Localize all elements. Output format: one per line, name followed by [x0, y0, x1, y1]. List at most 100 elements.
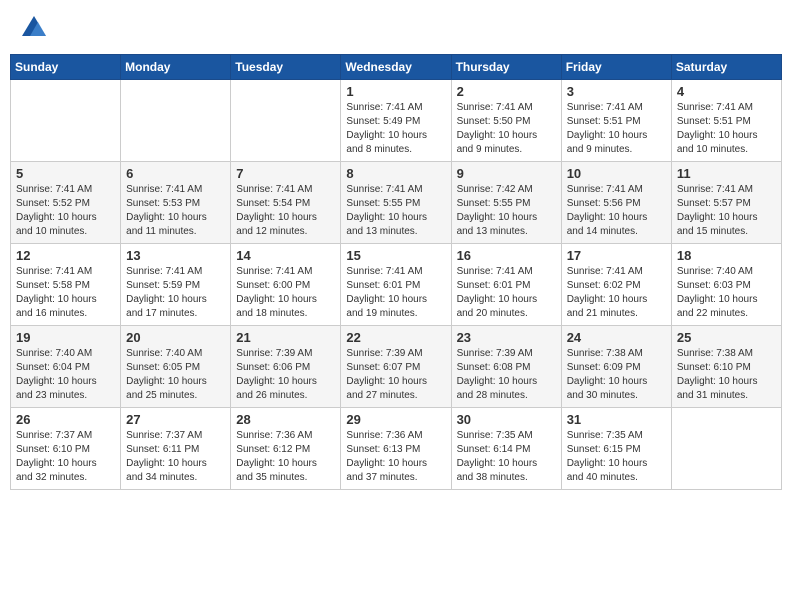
day-number: 3 [567, 84, 666, 99]
day-info: Sunrise: 7:36 AM Sunset: 6:12 PM Dayligh… [236, 429, 335, 485]
day-info: Sunrise: 7:40 AM Sunset: 6:03 PM Dayligh… [677, 265, 776, 321]
day-number: 31 [567, 412, 666, 427]
day-info: Sunrise: 7:36 AM Sunset: 6:13 PM Dayligh… [346, 429, 445, 485]
day-info: Sunrise: 7:41 AM Sunset: 5:53 PM Dayligh… [126, 183, 225, 239]
calendar-cell: 4 Sunrise: 7:41 AM Sunset: 5:51 PM Daylig… [671, 80, 781, 162]
calendar-cell [671, 408, 781, 490]
calendar-cell: 14 Sunrise: 7:41 AM Sunset: 6:00 PM Dayli… [231, 244, 341, 326]
day-info: Sunrise: 7:41 AM Sunset: 5:50 PM Dayligh… [457, 101, 556, 157]
day-number: 14 [236, 248, 335, 263]
calendar-cell: 25Sunrise: 7:38 AM Sunset: 6:10 PM Dayli… [671, 326, 781, 408]
day-number: 1 [346, 84, 445, 99]
day-info: Sunrise: 7:41 AM Sunset: 6:02 PM Dayligh… [567, 265, 666, 321]
calendar-cell: 6 Sunrise: 7:41 AM Sunset: 5:53 PM Daylig… [121, 162, 231, 244]
calendar-cell: 26Sunrise: 7:37 AM Sunset: 6:10 PM Dayli… [11, 408, 121, 490]
day-number: 26 [16, 412, 115, 427]
weekday-header-monday: Monday [121, 55, 231, 80]
day-number: 27 [126, 412, 225, 427]
calendar-cell: 9 Sunrise: 7:42 AM Sunset: 5:55 PM Daylig… [451, 162, 561, 244]
logo [18, 14, 48, 42]
day-info: Sunrise: 7:40 AM Sunset: 6:05 PM Dayligh… [126, 347, 225, 403]
day-number: 8 [346, 166, 445, 181]
day-info: Sunrise: 7:41 AM Sunset: 6:00 PM Dayligh… [236, 265, 335, 321]
calendar-cell: 10 Sunrise: 7:41 AM Sunset: 5:56 PM Dayli… [561, 162, 671, 244]
calendar-cell: 11Sunrise: 7:41 AM Sunset: 5:57 PM Dayli… [671, 162, 781, 244]
day-info: Sunrise: 7:35 AM Sunset: 6:14 PM Dayligh… [457, 429, 556, 485]
weekday-header-tuesday: Tuesday [231, 55, 341, 80]
calendar-cell: 5 Sunrise: 7:41 AM Sunset: 5:52 PM Daylig… [11, 162, 121, 244]
day-number: 4 [677, 84, 776, 99]
day-number: 5 [16, 166, 115, 181]
logo-icon [20, 14, 48, 42]
day-info: Sunrise: 7:41 AM Sunset: 5:51 PM Dayligh… [567, 101, 666, 157]
day-info: Sunrise: 7:41 AM Sunset: 5:54 PM Dayligh… [236, 183, 335, 239]
day-number: 7 [236, 166, 335, 181]
day-number: 17 [567, 248, 666, 263]
calendar-week-row: 5 Sunrise: 7:41 AM Sunset: 5:52 PM Daylig… [11, 162, 782, 244]
calendar-cell: 20 Sunrise: 7:40 AM Sunset: 6:05 PM Dayli… [121, 326, 231, 408]
calendar-cell: 18 Sunrise: 7:40 AM Sunset: 6:03 PM Dayli… [671, 244, 781, 326]
calendar-cell: 28 Sunrise: 7:36 AM Sunset: 6:12 PM Dayli… [231, 408, 341, 490]
day-number: 16 [457, 248, 556, 263]
day-number: 15 [346, 248, 445, 263]
calendar-cell: 19 Sunrise: 7:40 AM Sunset: 6:04 PM Dayli… [11, 326, 121, 408]
day-number: 6 [126, 166, 225, 181]
day-number: 12 [16, 248, 115, 263]
day-info: Sunrise: 7:41 AM Sunset: 5:52 PM Dayligh… [16, 183, 115, 239]
calendar-cell: 7 Sunrise: 7:41 AM Sunset: 5:54 PM Daylig… [231, 162, 341, 244]
day-info: Sunrise: 7:38 AM Sunset: 6:10 PM Dayligh… [677, 347, 776, 403]
day-number: 28 [236, 412, 335, 427]
day-number: 10 [567, 166, 666, 181]
day-number: 20 [126, 330, 225, 345]
day-number: 21 [236, 330, 335, 345]
calendar-table: SundayMondayTuesdayWednesdayThursdayFrid… [10, 54, 782, 490]
day-number: 19 [16, 330, 115, 345]
calendar-cell: 2Sunrise: 7:41 AM Sunset: 5:50 PM Daylig… [451, 80, 561, 162]
calendar-week-row: 26Sunrise: 7:37 AM Sunset: 6:10 PM Dayli… [11, 408, 782, 490]
day-info: Sunrise: 7:35 AM Sunset: 6:15 PM Dayligh… [567, 429, 666, 485]
day-number: 24 [567, 330, 666, 345]
calendar-cell: 12 Sunrise: 7:41 AM Sunset: 5:58 PM Dayli… [11, 244, 121, 326]
calendar-week-row: 1 Sunrise: 7:41 AM Sunset: 5:49 PM Daylig… [11, 80, 782, 162]
day-info: Sunrise: 7:40 AM Sunset: 6:04 PM Dayligh… [16, 347, 115, 403]
calendar-cell [121, 80, 231, 162]
day-info: Sunrise: 7:42 AM Sunset: 5:55 PM Dayligh… [457, 183, 556, 239]
weekday-header-thursday: Thursday [451, 55, 561, 80]
day-info: Sunrise: 7:37 AM Sunset: 6:11 PM Dayligh… [126, 429, 225, 485]
day-info: Sunrise: 7:41 AM Sunset: 5:49 PM Dayligh… [346, 101, 445, 157]
weekday-header-sunday: Sunday [11, 55, 121, 80]
weekday-header-row: SundayMondayTuesdayWednesdayThursdayFrid… [11, 55, 782, 80]
day-number: 18 [677, 248, 776, 263]
calendar-cell: 31 Sunrise: 7:35 AM Sunset: 6:15 PM Dayli… [561, 408, 671, 490]
calendar-cell: 21 Sunrise: 7:39 AM Sunset: 6:06 PM Dayli… [231, 326, 341, 408]
calendar-cell: 1 Sunrise: 7:41 AM Sunset: 5:49 PM Daylig… [341, 80, 451, 162]
weekday-header-wednesday: Wednesday [341, 55, 451, 80]
day-info: Sunrise: 7:41 AM Sunset: 5:51 PM Dayligh… [677, 101, 776, 157]
calendar-week-row: 19 Sunrise: 7:40 AM Sunset: 6:04 PM Dayli… [11, 326, 782, 408]
calendar-cell: 27 Sunrise: 7:37 AM Sunset: 6:11 PM Dayli… [121, 408, 231, 490]
day-info: Sunrise: 7:39 AM Sunset: 6:08 PM Dayligh… [457, 347, 556, 403]
day-number: 9 [457, 166, 556, 181]
day-info: Sunrise: 7:41 AM Sunset: 5:55 PM Dayligh… [346, 183, 445, 239]
day-info: Sunrise: 7:41 AM Sunset: 5:56 PM Dayligh… [567, 183, 666, 239]
day-info: Sunrise: 7:41 AM Sunset: 5:59 PM Dayligh… [126, 265, 225, 321]
page-header [10, 10, 782, 46]
calendar-cell: 17 Sunrise: 7:41 AM Sunset: 6:02 PM Dayli… [561, 244, 671, 326]
calendar-cell: 29 Sunrise: 7:36 AM Sunset: 6:13 PM Dayli… [341, 408, 451, 490]
day-number: 30 [457, 412, 556, 427]
day-info: Sunrise: 7:38 AM Sunset: 6:09 PM Dayligh… [567, 347, 666, 403]
day-info: Sunrise: 7:41 AM Sunset: 5:58 PM Dayligh… [16, 265, 115, 321]
calendar-cell [231, 80, 341, 162]
weekday-header-saturday: Saturday [671, 55, 781, 80]
calendar-cell: 3 Sunrise: 7:41 AM Sunset: 5:51 PM Daylig… [561, 80, 671, 162]
day-number: 11 [677, 166, 776, 181]
calendar-cell: 16 Sunrise: 7:41 AM Sunset: 6:01 PM Dayli… [451, 244, 561, 326]
day-info: Sunrise: 7:39 AM Sunset: 6:06 PM Dayligh… [236, 347, 335, 403]
day-number: 29 [346, 412, 445, 427]
day-number: 23 [457, 330, 556, 345]
day-info: Sunrise: 7:39 AM Sunset: 6:07 PM Dayligh… [346, 347, 445, 403]
calendar-cell: 23 Sunrise: 7:39 AM Sunset: 6:08 PM Dayli… [451, 326, 561, 408]
calendar-cell: 13Sunrise: 7:41 AM Sunset: 5:59 PM Dayli… [121, 244, 231, 326]
day-info: Sunrise: 7:41 AM Sunset: 6:01 PM Dayligh… [457, 265, 556, 321]
calendar-cell: 22Sunrise: 7:39 AM Sunset: 6:07 PM Dayli… [341, 326, 451, 408]
